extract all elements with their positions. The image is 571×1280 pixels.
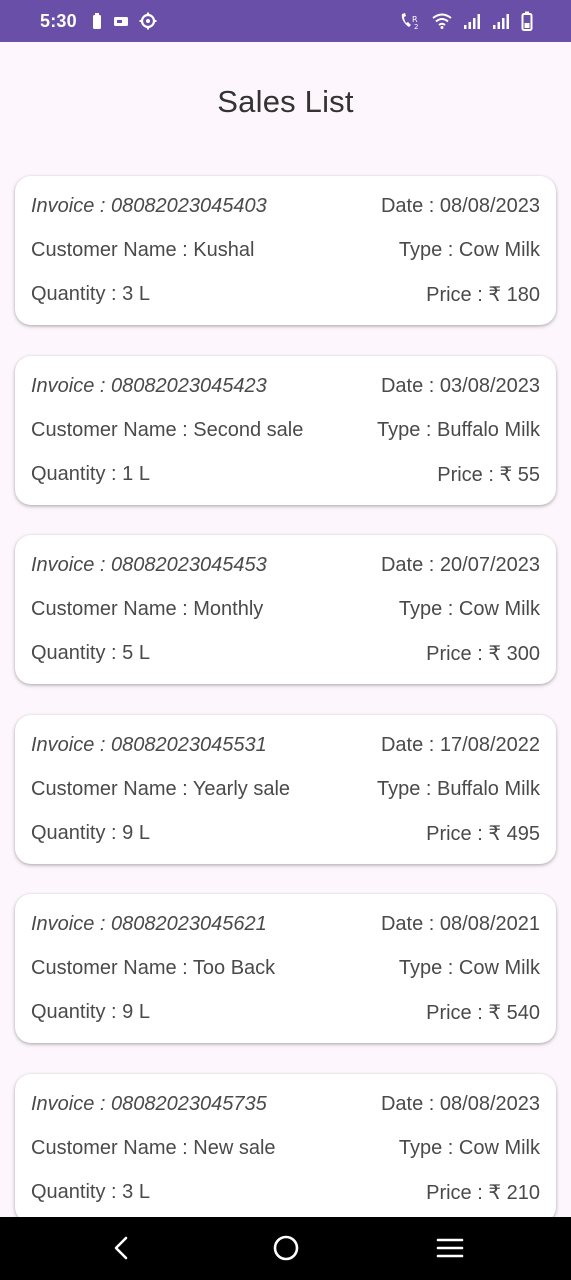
status-time: 5:30 <box>40 10 77 31</box>
sale-date: Date : 08/08/2021 <box>380 912 540 935</box>
sale-date: Date : 08/08/2023 <box>380 1092 540 1115</box>
sale-date: Date : 20/07/2023 <box>380 553 540 576</box>
cast-icon <box>113 14 129 28</box>
customer-name: Customer Name : Yearly sale <box>31 777 291 800</box>
sale-date: Date : 17/08/2022 <box>380 733 540 756</box>
page-title: Sales List <box>217 84 354 119</box>
volte-wifi-call-icon: R2 <box>399 12 421 30</box>
navigation-bar <box>0 1217 571 1280</box>
milk-type: Type : Cow Milk <box>398 956 540 979</box>
back-icon[interactable] <box>106 1233 136 1263</box>
recents-menu-icon[interactable] <box>435 1233 465 1263</box>
invoice-number: Invoice : 08082023045423 <box>31 374 267 397</box>
invoice-number: Invoice : 08082023045621 <box>31 912 267 935</box>
battery-saver-icon <box>91 12 103 30</box>
battery-icon <box>521 11 533 31</box>
customer-name: Customer Name : Too Back <box>31 956 276 979</box>
quantity: Quantity : 9 L <box>31 1000 150 1023</box>
sale-card[interactable]: Invoice : 08082023045403 Date : 08/08/202… <box>15 176 556 325</box>
quantity: Quantity : 5 L <box>31 641 150 664</box>
price: Price : ₹ 180 <box>426 283 540 306</box>
status-bar: 5:30 R2 <box>0 0 571 42</box>
customer-name: Customer Name : Kushal <box>31 238 255 261</box>
svg-text:2: 2 <box>414 23 418 30</box>
price: Price : ₹ 210 <box>426 1181 540 1204</box>
status-bar-left: 5:30 <box>40 11 157 32</box>
home-icon[interactable] <box>271 1233 301 1263</box>
quantity: Quantity : 3 L <box>31 282 150 305</box>
milk-type: Type : Buffalo Milk <box>376 777 540 800</box>
quantity: Quantity : 1 L <box>31 462 150 485</box>
quantity: Quantity : 9 L <box>31 821 150 844</box>
price: Price : ₹ 495 <box>426 822 540 845</box>
invoice-number: Invoice : 08082023045735 <box>31 1092 267 1115</box>
price: Price : ₹ 300 <box>426 642 540 665</box>
milk-type: Type : Cow Milk <box>398 238 540 261</box>
sale-card[interactable]: Invoice : 08082023045735 Date : 08/08/202… <box>15 1074 556 1223</box>
price: Price : ₹ 540 <box>426 1001 540 1024</box>
milk-type: Type : Cow Milk <box>398 1136 540 1159</box>
status-bar-right: R2 <box>399 11 533 31</box>
sale-card[interactable]: Invoice : 08082023045621 Date : 08/08/202… <box>15 894 556 1043</box>
milk-type: Type : Cow Milk <box>398 597 540 620</box>
invoice-number: Invoice : 08082023045453 <box>31 553 267 576</box>
sale-date: Date : 03/08/2023 <box>380 374 540 397</box>
sale-card[interactable]: Invoice : 08082023045453 Date : 20/07/202… <box>15 535 556 684</box>
sale-date: Date : 08/08/2023 <box>380 194 540 217</box>
invoice-number: Invoice : 08082023045531 <box>31 733 267 756</box>
customer-name: Customer Name : Monthly <box>31 597 264 620</box>
signal-1-icon <box>463 13 481 29</box>
invoice-number: Invoice : 08082023045403 <box>31 194 267 217</box>
sale-card[interactable]: Invoice : 08082023045423 Date : 03/08/202… <box>15 356 556 505</box>
settings-icon <box>139 12 157 30</box>
price: Price : ₹ 55 <box>437 463 540 486</box>
customer-name: Customer Name : Second sale <box>31 418 304 441</box>
customer-name: Customer Name : New sale <box>31 1136 276 1159</box>
sale-card[interactable]: Invoice : 08082023045531 Date : 17/08/202… <box>15 715 556 864</box>
quantity: Quantity : 3 L <box>31 1180 150 1203</box>
signal-2-icon <box>492 13 510 29</box>
wifi-icon <box>432 13 452 29</box>
milk-type: Type : Buffalo Milk <box>376 418 540 441</box>
